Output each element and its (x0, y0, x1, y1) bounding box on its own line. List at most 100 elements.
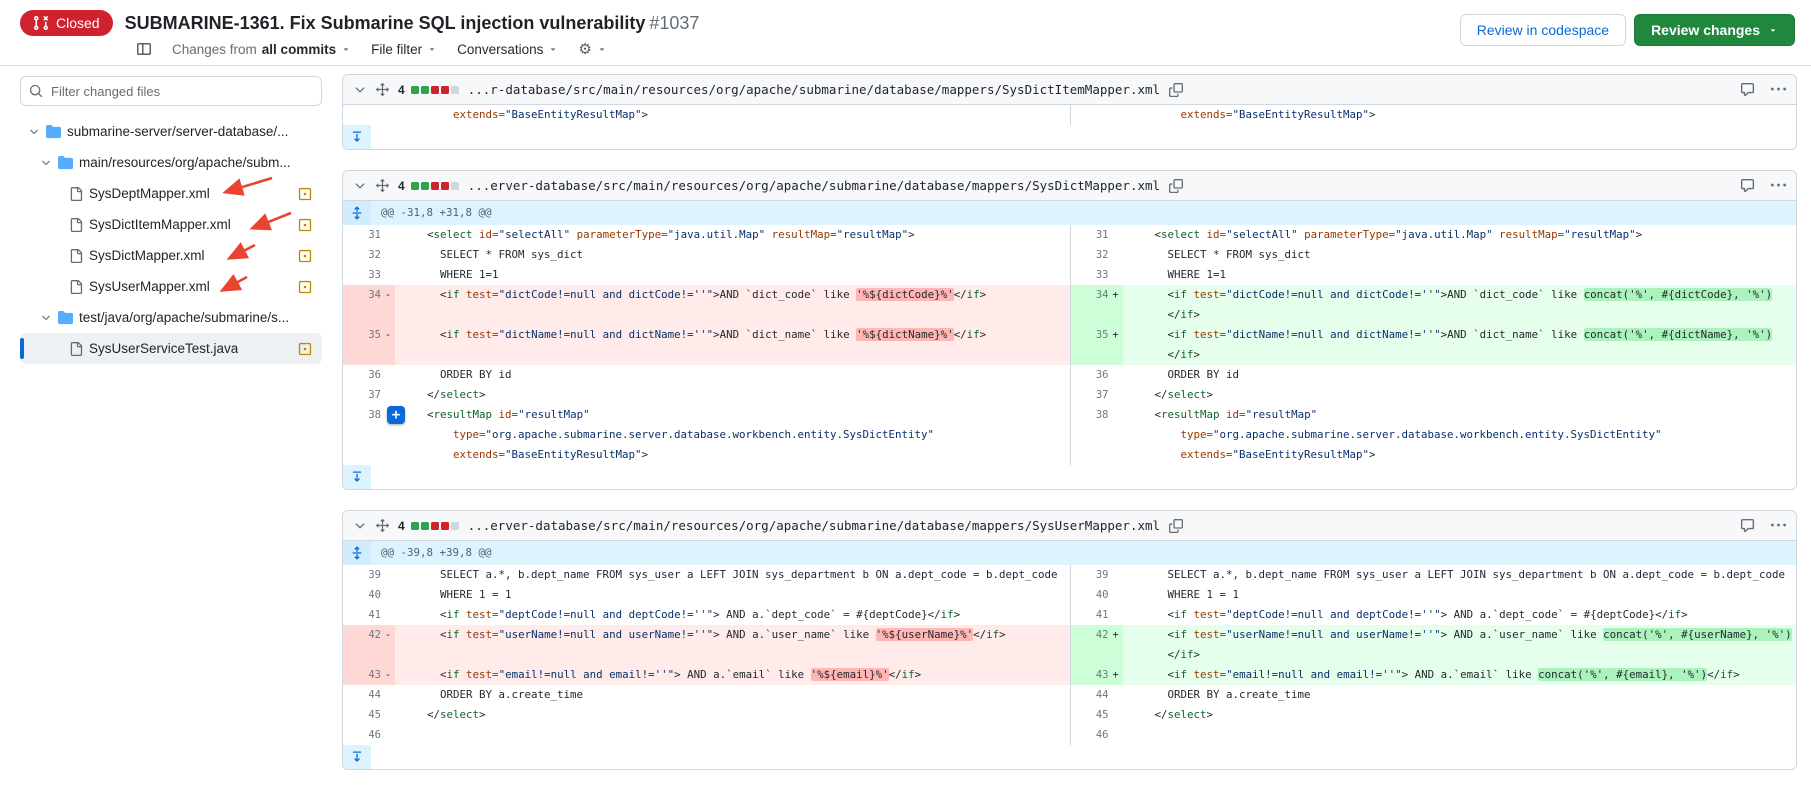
line-number-gutter[interactable]: 32 (1071, 245, 1123, 265)
line-number-gutter[interactable]: 34+ (1071, 285, 1123, 325)
line-number-gutter[interactable]: 35+ (1071, 325, 1123, 365)
line-number: 36 (1081, 365, 1109, 385)
comment-button[interactable] (1740, 178, 1755, 193)
diff-marker: + (1109, 665, 1123, 685)
expand-down-button[interactable] (343, 125, 371, 149)
diff-row: 36 ORDER BY id36 ORDER BY id (343, 365, 1796, 385)
tree-file-sysuserservicetest-java[interactable]: SysUserServiceTest.java (20, 333, 322, 364)
code-line: <if test="email!=null and email!=''"> AN… (401, 665, 1070, 685)
expand-up-button[interactable] (343, 201, 371, 225)
drag-handle[interactable] (376, 179, 389, 192)
kebab-menu-button[interactable] (1771, 178, 1786, 193)
file-filter-dropdown[interactable]: File filter (371, 42, 437, 57)
copy-path-button[interactable] (1169, 83, 1183, 97)
copy-path-button[interactable] (1169, 519, 1183, 533)
kebab-menu-button[interactable] (1771, 82, 1786, 97)
line-number-gutter[interactable] (343, 445, 395, 465)
line-number-gutter[interactable]: 32 (343, 245, 395, 265)
file-tree-toggle-button[interactable] (136, 41, 152, 57)
line-number: 46 (1081, 725, 1109, 745)
review-changes-label: Review changes (1651, 22, 1760, 38)
line-number: 41 (1081, 605, 1109, 625)
code-line: WHERE 1=1 (1129, 265, 1797, 285)
line-number: 44 (1081, 685, 1109, 705)
code-line (401, 725, 1070, 745)
line-number-gutter[interactable]: 39 (343, 565, 395, 585)
line-number-gutter[interactable]: 42+ (1071, 625, 1123, 665)
copy-icon (1169, 83, 1183, 97)
changes-from-dropdown[interactable]: Changes from all commits (172, 42, 351, 57)
collapse-file-button[interactable] (353, 179, 367, 193)
code-cell: <if test="deptCode!=null and deptCode!='… (1123, 605, 1797, 625)
line-number-gutter[interactable]: 41 (343, 605, 395, 625)
tree-file-sysdictmapper-xml[interactable]: SysDictMapper.xml (20, 240, 322, 271)
tree-file-sysusermapper-xml[interactable]: SysUserMapper.xml (20, 271, 322, 302)
diff-side-old: 42- <if test="userName!=null and userNam… (343, 625, 1070, 665)
kebab-menu-button[interactable] (1771, 518, 1786, 533)
code-line (1129, 725, 1797, 745)
line-number-gutter[interactable]: 46 (1071, 725, 1123, 745)
diff-row: 31 <select id="selectAll" parameterType=… (343, 225, 1796, 245)
line-number-gutter[interactable]: 43- (343, 665, 395, 685)
collapse-file-button[interactable] (353, 519, 367, 533)
expand-down-button[interactable] (343, 745, 371, 769)
expand-down-button[interactable] (343, 465, 371, 489)
line-number-gutter[interactable]: 42- (343, 625, 395, 665)
line-number-gutter[interactable]: 37 (1071, 385, 1123, 405)
expand-up-button[interactable] (343, 541, 371, 565)
tree-file-sysdictitemmapper-xml[interactable]: SysDictItemMapper.xml (20, 209, 322, 240)
line-number-gutter[interactable]: 40 (343, 585, 395, 605)
line-number-gutter[interactable] (1071, 105, 1123, 125)
line-number-gutter[interactable] (1071, 425, 1123, 445)
copy-path-button[interactable] (1169, 179, 1183, 193)
comment-button[interactable] (1740, 518, 1755, 533)
code-cell: extends="BaseEntityResultMap"> (395, 105, 1070, 125)
line-number-gutter[interactable]: 33 (343, 265, 395, 285)
line-number-gutter[interactable]: 33 (1071, 265, 1123, 285)
line-number-gutter[interactable]: 36 (1071, 365, 1123, 385)
line-number-gutter[interactable]: 41 (1071, 605, 1123, 625)
drag-handle[interactable] (376, 519, 389, 532)
comment-button[interactable] (1740, 82, 1755, 97)
line-number-gutter[interactable] (1071, 445, 1123, 465)
tree-file-sysdeptmapper-xml[interactable]: SysDeptMapper.xml (20, 178, 322, 209)
line-number-gutter[interactable]: 44 (343, 685, 395, 705)
line-number-gutter[interactable]: 37 (343, 385, 395, 405)
diffstat-count: 4 (398, 83, 405, 97)
line-number-gutter[interactable] (343, 425, 395, 445)
tree-folder-submarine-server-server-database[interactable]: submarine-server/server-database/... (20, 116, 322, 147)
line-number-gutter[interactable]: 44 (1071, 685, 1123, 705)
line-number-gutter[interactable]: 38+ (343, 405, 395, 425)
line-number-gutter[interactable]: 31 (1071, 225, 1123, 245)
diff-body: @@ -31,8 +31,8 @@31 <select id="selectAl… (343, 201, 1796, 489)
tree-item-label: SysDictMapper.xml (89, 248, 205, 263)
pr-title: SUBMARINE-1361. Fix Submarine SQL inject… (125, 13, 700, 34)
line-number-gutter[interactable]: 45 (1071, 705, 1123, 725)
hunk-header: @@ -39,8 +39,8 @@ (343, 541, 1796, 565)
line-number-gutter[interactable]: 39 (1071, 565, 1123, 585)
line-number: 40 (1081, 585, 1109, 605)
add-comment-button[interactable]: + (387, 406, 405, 424)
diff-settings-dropdown[interactable]: ⚙ (578, 42, 606, 57)
filter-changed-files-input[interactable] (20, 76, 322, 106)
line-number-gutter[interactable]: 45 (343, 705, 395, 725)
line-number-gutter[interactable]: 38 (1071, 405, 1123, 425)
line-number-gutter[interactable] (343, 105, 395, 125)
review-changes-button[interactable]: Review changes (1634, 14, 1795, 46)
drag-handle[interactable] (376, 83, 389, 96)
tree-folder-test-java-org-apache-submarine-s[interactable]: test/java/org/apache/submarine/s... (20, 302, 322, 333)
line-number-gutter[interactable]: 46 (343, 725, 395, 745)
line-number-gutter[interactable]: 43+ (1071, 665, 1123, 685)
line-number-gutter[interactable]: 35- (343, 325, 395, 365)
line-number-gutter[interactable]: 34- (343, 285, 395, 325)
tree-folder-main-resources-org-apache-subm[interactable]: main/resources/org/apache/subm... (20, 147, 322, 178)
file-tree-sidebar: submarine-server/server-database/...main… (0, 66, 334, 797)
line-number: 36 (353, 365, 381, 385)
line-number-gutter[interactable]: 31 (343, 225, 395, 245)
line-number-gutter[interactable]: 40 (1071, 585, 1123, 605)
line-number-gutter[interactable]: 36 (343, 365, 395, 385)
code-cell: </select> (395, 705, 1070, 725)
collapse-file-button[interactable] (353, 83, 367, 97)
review-in-codespace-button[interactable]: Review in codespace (1460, 14, 1626, 46)
conversations-dropdown[interactable]: Conversations (457, 42, 558, 57)
